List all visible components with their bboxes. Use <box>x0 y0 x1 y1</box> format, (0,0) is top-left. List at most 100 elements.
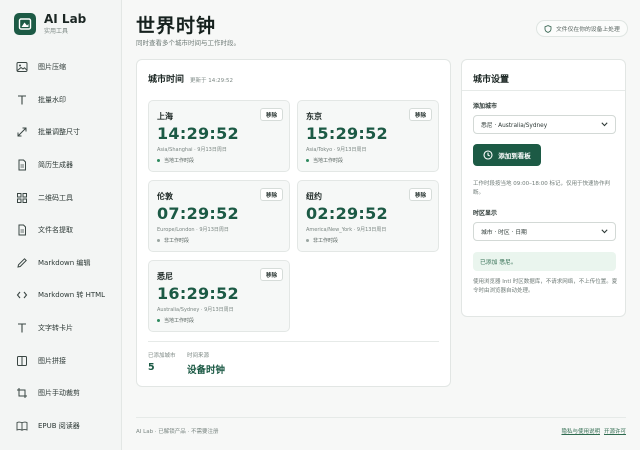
status-dot-icon <box>157 319 160 322</box>
sidebar-item-epub-reader[interactable]: EPUB 阅读器 <box>0 410 122 443</box>
resize-arrows-icon <box>16 126 28 138</box>
local-processing-badge: 文件仅在你的设备上处理 <box>536 20 628 37</box>
remove-city-button[interactable]: 移除 <box>259 268 283 281</box>
sidebar-item-label: 图片手动裁剪 <box>38 389 80 398</box>
city-select-value: 悉尼 · Australia/Sydney <box>481 123 548 129</box>
sidebar-item-qrcode[interactable]: 二维码工具 <box>0 181 122 214</box>
work-status: 当地工作时段 <box>157 157 194 164</box>
page-subtitle: 同时查看多个城市时间与工作时段。 <box>136 39 240 47</box>
work-status-label: 非工作时段 <box>313 238 339 244</box>
city-timezone-date: Australia/Sydney · 9月13日周日 <box>157 307 234 313</box>
city-name: 上海 <box>157 112 173 121</box>
timezone-display-label: 时区显示 <box>473 210 498 217</box>
add-city-label: 添加城市 <box>473 103 498 110</box>
sidebar-item-watermark[interactable]: 批量水印 <box>0 84 122 117</box>
page-title: 世界时钟 <box>136 15 217 37</box>
crop-icon <box>16 387 28 399</box>
work-status-label: 非工作时段 <box>164 238 190 244</box>
sidebar-item-image-stitch[interactable]: 图片拼接 <box>0 344 122 377</box>
book-icon <box>16 420 28 432</box>
updated-time: 更新于 14:29:52 <box>190 78 233 84</box>
city-tile-shanghai: 上海 移除 14:29:52 Asia/Shanghai · 9月13日周日 当… <box>148 100 290 172</box>
status-dot-icon <box>306 159 309 162</box>
city-time: 02:29:52 <box>306 204 388 223</box>
remove-city-button[interactable]: 移除 <box>408 108 432 121</box>
city-name: 悉尼 <box>157 272 173 281</box>
license-link[interactable]: 开源许可 <box>604 427 626 435</box>
settings-divider <box>462 90 625 91</box>
status-dot-icon <box>306 239 309 242</box>
sidebar-item-label: 文字转卡片 <box>38 324 73 333</box>
panels-icon <box>16 355 28 367</box>
sidebar-item-label: Markdown 转 HTML <box>38 291 106 300</box>
footer-note: AI Lab · 已解锁产品 · 不需要注册 <box>136 429 219 435</box>
sidebar-item-label: 简历生成器 <box>38 161 73 170</box>
sidebar-item-label: Markdown 编辑 <box>38 258 91 267</box>
pen-icon <box>16 257 28 269</box>
document-icon <box>16 159 28 171</box>
code-brackets-icon <box>16 289 28 301</box>
work-status: 当地工作时段 <box>157 317 194 324</box>
city-time: 14:29:52 <box>157 124 239 143</box>
city-time: 07:29:52 <box>157 204 239 223</box>
sidebar-nav: 图片压缩 批量水印 批量调整尺寸 简历生成器 二维码工具 文件名提取 Markd… <box>0 51 122 442</box>
city-time-card: 城市时间 更新于 14:29:52 上海 移除 14:29:52 Asia/Sh… <box>136 59 451 387</box>
work-status-label: 当地工作时段 <box>164 158 195 164</box>
city-select[interactable]: 悉尼 · Australia/Sydney <box>473 115 616 134</box>
privacy-link[interactable]: 隐私与使用说明 <box>561 427 600 435</box>
city-tile-sydney: 悉尼 移除 16:29:52 Australia/Sydney · 9月13日周… <box>148 260 290 332</box>
sidebar-item-markdown-html[interactable]: Markdown 转 HTML <box>0 279 122 312</box>
city-count-value: 5 <box>148 362 155 373</box>
clock-icon <box>483 150 493 160</box>
brand[interactable]: AI Lab 实用工具 <box>14 12 86 36</box>
add-to-board-button[interactable]: 添加到看板 <box>473 144 541 166</box>
app-title: AI Lab <box>44 12 87 26</box>
sidebar-item-image-crop[interactable]: 图片手动裁剪 <box>0 377 122 410</box>
sidebar-item-label: 批量调整尺寸 <box>38 128 80 137</box>
settings-title: 城市设置 <box>473 75 510 85</box>
status-dot-icon <box>157 239 160 242</box>
text-t-icon <box>16 322 28 334</box>
timezone-display-select[interactable]: 城市 · 时区 · 日期 <box>473 222 616 241</box>
remove-city-button[interactable]: 移除 <box>259 108 283 121</box>
city-time: 16:29:52 <box>157 284 239 303</box>
badge-label: 文件仅在你的设备上处理 <box>556 27 620 33</box>
work-status-label: 当地工作时段 <box>164 318 195 324</box>
work-status-label: 当地工作时段 <box>313 158 344 164</box>
work-status: 非工作时段 <box>306 237 338 244</box>
footer-divider <box>136 417 626 418</box>
remove-city-button[interactable]: 移除 <box>408 188 432 201</box>
add-button-label: 添加到看板 <box>498 152 531 160</box>
footer-links: 隐私与使用说明 开源许可 <box>561 427 626 435</box>
privacy-hint: 使用浏览器 Intl 时区数据库，不请求网络，不上传位置。夏令时由浏览器自动处理… <box>473 279 618 294</box>
sidebar-item-markdown-edit[interactable]: Markdown 编辑 <box>0 247 122 280</box>
work-status: 当地工作时段 <box>306 157 343 164</box>
sidebar-item-text-card[interactable]: 文字转卡片 <box>0 312 122 345</box>
city-timezone-date: Europe/London · 9月13日周日 <box>157 227 229 233</box>
sidebar-item-label: 图片拼接 <box>38 356 66 365</box>
text-t-icon <box>16 94 28 106</box>
work-hours-hint: 工作时段按当地 09:00–18:00 标记，仅用于快速协作判断。 <box>473 181 610 196</box>
city-timezone-date: America/New_York · 9月13日周日 <box>306 227 387 233</box>
city-name: 纽约 <box>306 192 322 201</box>
sidebar-item-label: 图片压缩 <box>38 63 66 72</box>
work-status: 非工作时段 <box>157 237 189 244</box>
city-tile-london: 伦敦 移除 07:29:52 Europe/London · 9月13日周日 非… <box>148 180 290 252</box>
sidebar-item-label: 批量水印 <box>38 95 66 104</box>
city-time: 15:29:52 <box>306 124 388 143</box>
city-tile-tokyo: 东京 移除 15:29:52 Asia/Tokyo · 9月13日周日 当地工作… <box>297 100 439 172</box>
sidebar-item-image-compress[interactable]: 图片压缩 <box>0 51 122 84</box>
image-icon <box>16 61 28 73</box>
sidebar-item-resize[interactable]: 批量调整尺寸 <box>0 116 122 149</box>
status-dot-icon <box>157 159 160 162</box>
sidebar-item-resume[interactable]: 简历生成器 <box>0 149 122 182</box>
app-subtitle: 实用工具 <box>44 28 69 35</box>
city-settings-card: 城市设置 添加城市 悉尼 · Australia/Sydney 添加到看板 工作… <box>461 59 626 317</box>
sidebar-item-label: 二维码工具 <box>38 193 73 202</box>
city-timezone-date: Asia/Tokyo · 9月13日周日 <box>306 147 367 153</box>
chevron-down-icon <box>601 122 608 127</box>
sidebar-item-label: 文件名提取 <box>38 226 73 235</box>
sidebar-item-filename[interactable]: 文件名提取 <box>0 214 122 247</box>
city-count-label: 已添加城市 <box>148 353 176 359</box>
remove-city-button[interactable]: 移除 <box>259 188 283 201</box>
